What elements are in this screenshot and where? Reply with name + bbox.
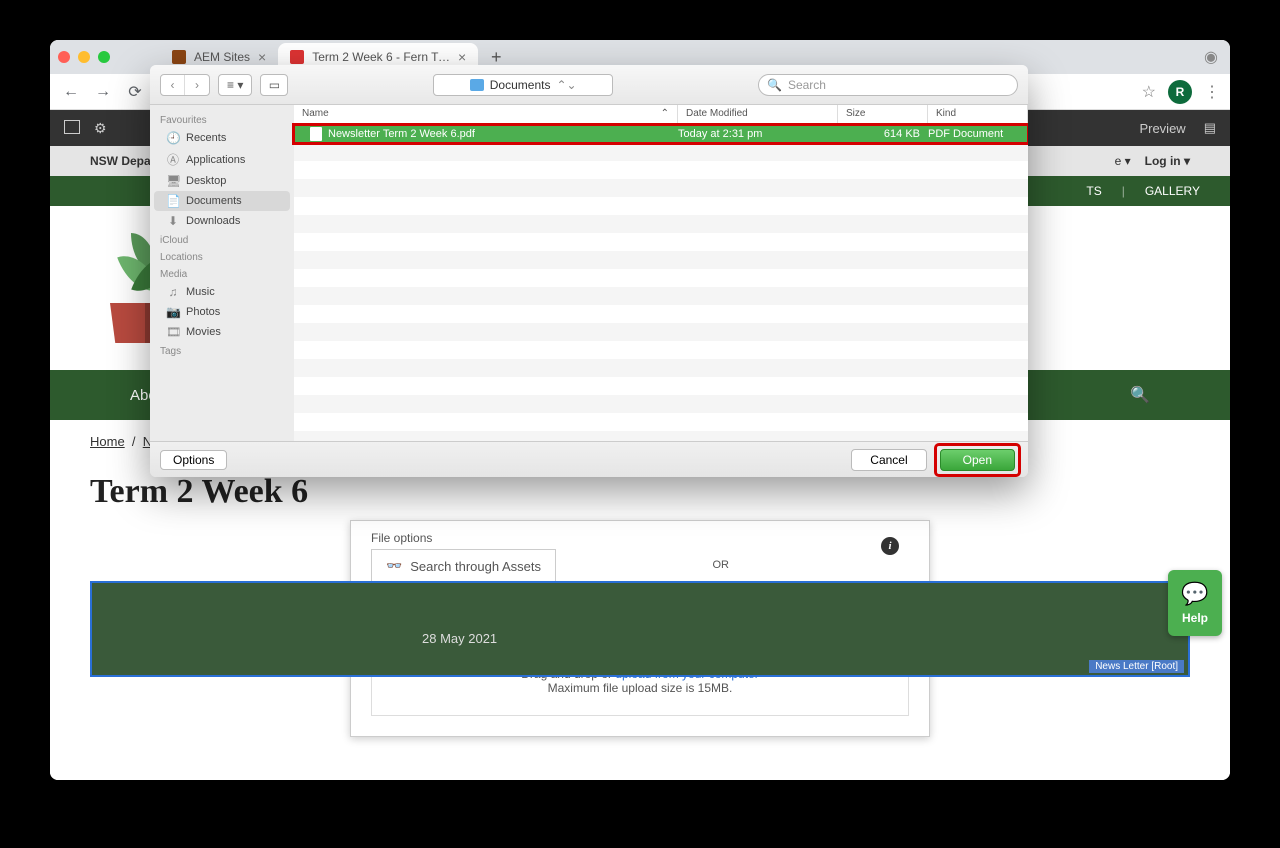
section-favourites: Favourites xyxy=(150,111,294,128)
location-dropdown[interactable]: Documents ⌃⌄ xyxy=(433,74,613,96)
open-button-highlight: Open xyxy=(937,446,1018,474)
search-icon[interactable]: 🔍 xyxy=(1130,385,1150,405)
search-icon: 🔍 xyxy=(767,78,782,92)
traffic-lights xyxy=(58,51,110,63)
binoculars-icon: 👓 xyxy=(386,558,402,574)
section-icloud: iCloud xyxy=(150,231,294,248)
nav-forward-button[interactable]: › xyxy=(185,75,209,95)
favicon-icon xyxy=(172,50,186,64)
group-button[interactable]: ▭ xyxy=(260,74,288,96)
col-name[interactable]: Name⌃ xyxy=(294,105,678,124)
settings-icon[interactable]: ⚙ xyxy=(94,120,107,137)
downloads-icon: ⬇ xyxy=(166,214,180,228)
section-media: Media xyxy=(150,265,294,282)
profile-icon[interactable]: ◉ xyxy=(1200,46,1222,68)
sidebar-music[interactable]: ♫Music xyxy=(150,282,294,302)
cancel-button[interactable]: Cancel xyxy=(851,449,926,471)
movies-icon: 🎞 xyxy=(166,325,180,339)
sidebar-desktop[interactable]: 🖥Desktop xyxy=(150,171,294,191)
file-list: Name⌃ Date Modified Size Kind Newsletter… xyxy=(294,105,1028,441)
file-row-selected[interactable]: Newsletter Term 2 Week 6.pdf Today at 2:… xyxy=(294,125,1028,143)
section-locations: Locations xyxy=(150,248,294,265)
page-title: Term 2 Week 6 xyxy=(90,473,1190,511)
file-list-header: Name⌃ Date Modified Size Kind xyxy=(294,105,1028,125)
file-options-label: File options xyxy=(371,531,909,545)
preview-button[interactable]: Preview xyxy=(1139,121,1185,136)
forward-button[interactable]: → xyxy=(92,81,114,103)
side-panel-icon[interactable] xyxy=(64,120,80,134)
col-size[interactable]: Size xyxy=(838,105,928,124)
file-dialog-footer: Options Cancel Open xyxy=(150,441,1028,477)
sidebar-documents[interactable]: 📄Documents xyxy=(154,191,290,211)
nav-item[interactable]: TS xyxy=(1086,184,1101,198)
view-mode-button[interactable]: ≡ ▾ xyxy=(218,74,252,96)
sort-asc-icon: ⌃ xyxy=(661,108,669,121)
nav-gallery[interactable]: GALLERY xyxy=(1145,184,1200,198)
chevron-updown-icon: ⌃⌄ xyxy=(556,78,576,92)
file-dialog-toolbar: ‹ › ≡ ▾ ▭ Documents ⌃⌄ 🔍 Search xyxy=(150,65,1028,105)
star-icon[interactable]: ☆ xyxy=(1142,82,1156,102)
music-icon: ♫ xyxy=(166,285,180,299)
back-button[interactable]: ← xyxy=(60,81,82,103)
reload-button[interactable]: ⟳ xyxy=(124,81,146,103)
desktop-icon: 🖥 xyxy=(166,174,180,188)
tab-title: AEM Sites xyxy=(194,50,250,64)
content-box[interactable]: 28 May 2021 News Letter [Root] xyxy=(90,581,1190,677)
file-open-dialog: ‹ › ≡ ▾ ▭ Documents ⌃⌄ 🔍 Search Favourit… xyxy=(150,65,1028,477)
open-button[interactable]: Open xyxy=(940,449,1015,471)
favicon-icon xyxy=(290,50,304,64)
minimize-window-button[interactable] xyxy=(78,51,90,63)
root-label: News Letter [Root] xyxy=(1089,660,1184,673)
photos-icon: 📷 xyxy=(166,305,180,319)
col-date[interactable]: Date Modified xyxy=(678,105,838,124)
crumb-home[interactable]: Home xyxy=(90,434,125,449)
sidebar-photos[interactable]: 📷Photos xyxy=(150,302,294,322)
clock-icon: 🕘 xyxy=(166,131,180,145)
maximize-window-button[interactable] xyxy=(98,51,110,63)
file-rows: Newsletter Term 2 Week 6.pdf Today at 2:… xyxy=(294,125,1028,441)
search-assets-button[interactable]: 👓 Search through Assets xyxy=(371,549,556,583)
sidebar-downloads[interactable]: ⬇Downloads xyxy=(150,211,294,231)
max-size-text: Maximum file upload size is 15MB. xyxy=(392,681,888,695)
col-kind[interactable]: Kind xyxy=(928,105,1028,124)
content-date: 28 May 2021 xyxy=(422,631,497,646)
close-tab-icon[interactable]: × xyxy=(458,49,466,65)
menu-icon[interactable]: ⋮ xyxy=(1204,82,1220,102)
avatar[interactable]: R xyxy=(1168,80,1192,104)
close-tab-icon[interactable]: × xyxy=(258,49,266,65)
sidebar-applications[interactable]: ⒶApplications xyxy=(150,148,294,171)
sidebar-recents[interactable]: 🕘Recents xyxy=(150,128,294,148)
options-button[interactable]: Options xyxy=(160,450,227,470)
or-label: OR xyxy=(713,559,730,571)
page-info-icon[interactable]: ▤ xyxy=(1204,120,1216,136)
help-widget[interactable]: 💬 Help xyxy=(1168,570,1222,636)
info-icon[interactable]: i xyxy=(881,537,899,555)
pdf-file-icon xyxy=(310,127,322,141)
help-label: Help xyxy=(1182,611,1208,625)
tab-title: Term 2 Week 6 - Fern Tree Pu xyxy=(312,50,450,64)
login-button[interactable]: Log in ▾ xyxy=(1145,154,1190,168)
documents-icon: 📄 xyxy=(166,194,180,208)
dropdown-1[interactable]: e ▾ xyxy=(1115,154,1131,168)
section-tags: Tags xyxy=(150,342,294,359)
sidebar-movies[interactable]: 🎞Movies xyxy=(150,322,294,342)
apps-icon: Ⓐ xyxy=(166,151,180,168)
nav-back-button[interactable]: ‹ xyxy=(161,75,185,95)
close-window-button[interactable] xyxy=(58,51,70,63)
folder-icon xyxy=(470,79,484,91)
chat-icon: 💬 xyxy=(1181,581,1208,607)
file-dialog-sidebar: Favourites 🕘Recents ⒶApplications 🖥Deskt… xyxy=(150,105,294,441)
search-input[interactable]: 🔍 Search xyxy=(758,74,1018,96)
